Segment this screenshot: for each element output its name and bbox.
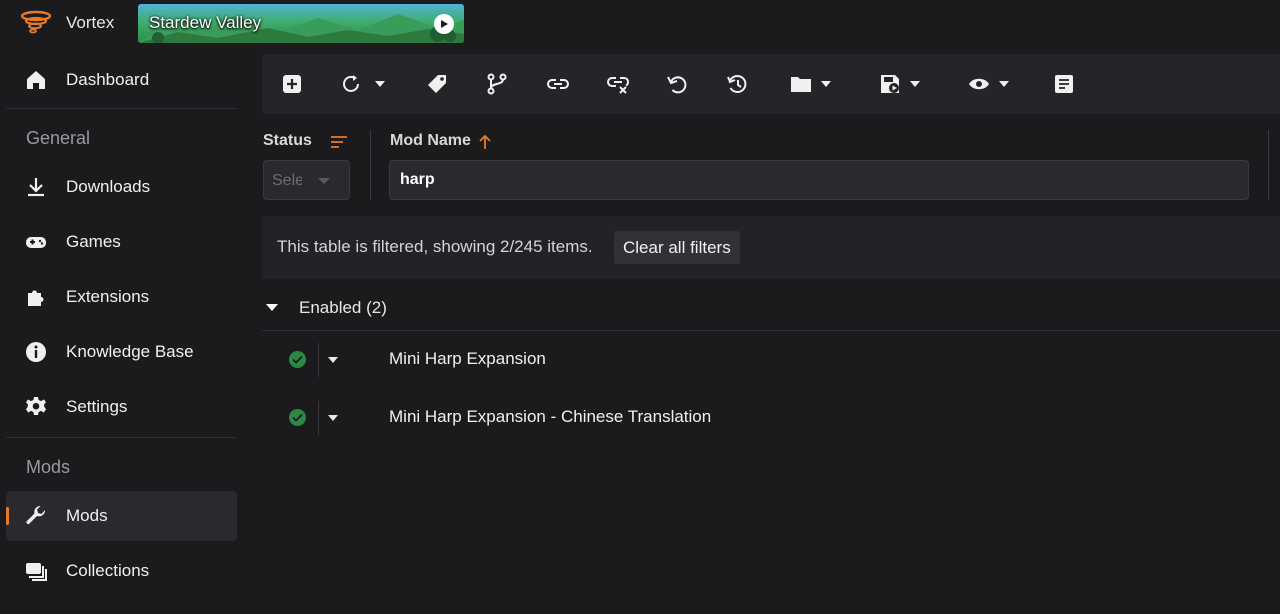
mod-name-filter-input[interactable] <box>389 160 1249 200</box>
vortex-logo-icon <box>20 10 52 34</box>
divider <box>318 343 319 377</box>
game-title: Stardew Valley <box>149 13 262 32</box>
sort-lines-icon[interactable] <box>330 135 348 149</box>
undo-icon <box>667 76 687 94</box>
sidebar-item-label: Dashboard <box>66 70 150 89</box>
divider <box>318 401 319 435</box>
status-filter-placeholder: Select... <box>272 172 302 189</box>
puzzle-icon <box>28 290 44 306</box>
chevron-down-icon[interactable] <box>909 80 921 88</box>
wrench-icon <box>26 505 46 525</box>
sidebar-item-collections[interactable]: Collections <box>6 546 237 596</box>
chevron-down-icon[interactable] <box>374 80 386 88</box>
gamepad-icon <box>26 237 46 248</box>
filter-message: This table is filtered, showing 2/245 it… <box>277 237 593 256</box>
link-icon <box>547 79 569 89</box>
eye-icon <box>969 78 989 90</box>
sidebar-item-label: Settings <box>66 397 128 416</box>
chevron-down-icon <box>318 178 330 184</box>
sort-ascending-icon[interactable] <box>478 134 492 150</box>
download-icon <box>28 178 44 197</box>
column-header-mod-name[interactable]: Mod Name <box>390 132 471 150</box>
mod-name: Mini Harp Expansion <box>389 349 546 368</box>
sidebar-item-knowledge-base[interactable]: Knowledge Base <box>6 327 237 377</box>
sidebar-item-label: Knowledge Base <box>66 342 194 361</box>
visibility-button[interactable] <box>968 72 1010 96</box>
refresh-icon <box>343 75 359 92</box>
sidebar-item-mods[interactable]: Mods <box>6 491 237 541</box>
sidebar: Dashboard General Downloads Games Extens… <box>0 46 246 614</box>
sidebar-item-extensions[interactable]: Extensions <box>6 272 237 322</box>
section-header-mods: Mods <box>26 457 71 477</box>
sidebar-item-downloads[interactable]: Downloads <box>6 162 237 212</box>
branch-button[interactable] <box>486 72 508 96</box>
clear-all-filters-button[interactable]: Clear all filters <box>614 231 740 264</box>
table-row[interactable]: Mini Harp Expansion - Chinese Translatio… <box>262 389 1280 447</box>
sidebar-item-label: Games <box>66 232 121 251</box>
folder-icon <box>791 77 811 92</box>
column-header-status[interactable]: Status <box>263 132 312 150</box>
mods-toolbar <box>262 54 1280 114</box>
add-mod-button[interactable] <box>282 72 302 96</box>
unlink-button[interactable] <box>606 72 630 96</box>
tag-button[interactable] <box>426 72 448 96</box>
open-folder-button[interactable] <box>790 72 832 96</box>
enabled-check-icon[interactable] <box>289 351 306 368</box>
notes-icon <box>1055 75 1073 93</box>
tag-icon <box>428 75 446 93</box>
divider <box>6 437 237 438</box>
filter-info-bar: This table is filtered, showing 2/245 it… <box>262 216 1280 279</box>
sidebar-item-label: Collections <box>66 561 150 580</box>
chevron-down-icon[interactable] <box>328 357 338 363</box>
chevron-down-icon[interactable] <box>998 80 1010 88</box>
undo-button[interactable] <box>666 72 688 96</box>
table-row[interactable]: Mini Harp Expansion <box>262 331 1280 389</box>
add-icon <box>283 75 301 93</box>
section-header-general: General <box>26 128 91 148</box>
link-button[interactable] <box>546 72 570 96</box>
column-separator[interactable] <box>1268 130 1269 200</box>
play-icon[interactable] <box>434 14 454 34</box>
group-label: Enabled (2) <box>299 298 387 317</box>
mod-name: Mini Harp Expansion - Chinese Translatio… <box>389 407 712 426</box>
enabled-check-icon[interactable] <box>289 409 306 426</box>
notes-button[interactable] <box>1054 72 1074 96</box>
branch-icon <box>487 73 507 95</box>
chevron-down-icon[interactable] <box>328 415 338 421</box>
sidebar-item-games[interactable]: Games <box>6 217 237 267</box>
divider <box>6 108 237 109</box>
info-icon <box>26 342 46 362</box>
collections-icon <box>26 563 47 581</box>
sidebar-item-label: Downloads <box>66 177 151 196</box>
history-button[interactable] <box>726 72 748 96</box>
column-separator[interactable] <box>370 130 371 200</box>
refresh-button[interactable] <box>340 72 386 96</box>
home-icon <box>27 71 45 89</box>
save-profile-button[interactable] <box>879 72 921 96</box>
sidebar-item-label: Mods <box>66 506 108 525</box>
sidebar-item-settings[interactable]: Settings <box>6 382 237 432</box>
sidebar-item-dashboard[interactable]: Dashboard <box>6 55 237 105</box>
history-icon <box>727 75 747 93</box>
title-bar: Vortex Stardew Valley <box>0 0 1280 46</box>
status-filter-select[interactable]: Select... <box>263 160 350 200</box>
chevron-down-icon[interactable] <box>820 80 832 88</box>
group-header-enabled[interactable]: Enabled (2) <box>262 284 1280 331</box>
unlink-icon <box>607 76 630 94</box>
gear-icon <box>26 397 46 415</box>
save-play-icon <box>881 75 899 93</box>
collapse-caret-icon[interactable] <box>266 304 278 311</box>
sidebar-item-label: Extensions <box>66 287 150 306</box>
active-game-banner[interactable]: Stardew Valley <box>138 4 464 43</box>
app-name: Vortex <box>66 13 115 32</box>
